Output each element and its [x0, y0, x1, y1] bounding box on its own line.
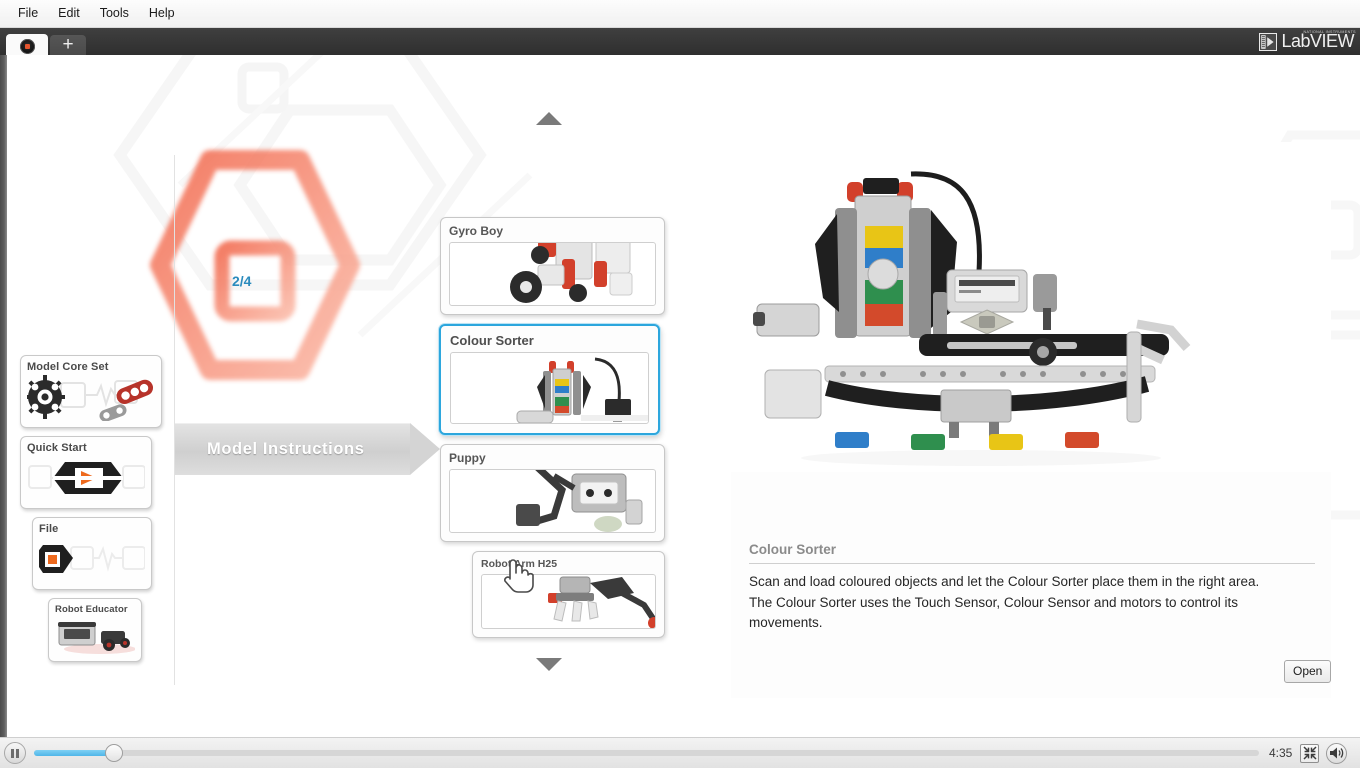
model-card-gyro-boy[interactable]: Gyro Boy: [440, 217, 665, 315]
ev3-brick-thumbnail: [55, 617, 135, 655]
progress-knob[interactable]: [105, 744, 123, 762]
content-stage: Model Core Set Quick Start File Robot Ed…: [0, 55, 1360, 737]
sidebar-card-label: Robot Educator: [55, 604, 128, 615]
file-blocks-thumbnail: [39, 537, 145, 583]
open-button[interactable]: Open: [1284, 660, 1332, 683]
pause-icon[interactable]: [4, 742, 26, 764]
brand-superscript: NATIONAL INSTRUMENTS: [1303, 30, 1356, 34]
menu-item-tools[interactable]: Tools: [90, 4, 139, 23]
gyro-boy-thumbnail: [449, 242, 656, 306]
banner-label: Model Instructions: [207, 440, 365, 458]
gear-beam-thumbnail: [27, 375, 155, 421]
model-counter: 2/4: [232, 273, 252, 289]
model-instructions-banner[interactable]: Model Instructions: [175, 423, 440, 475]
model-card-colour-sorter[interactable]: Colour Sorter: [439, 324, 660, 435]
banner-body: Model Instructions: [175, 423, 410, 475]
puppy-thumbnail: [449, 469, 656, 533]
detail-description: Scan and load coloured objects and let t…: [749, 574, 1260, 630]
speaker-icon[interactable]: [1326, 742, 1348, 764]
detail-robot-image: [731, 142, 1331, 472]
time-display: 4:35: [1269, 746, 1293, 760]
menu-item-file[interactable]: File: [8, 4, 48, 23]
media-player-bar: 4:35: [0, 737, 1360, 768]
tab-strip: + NATIONAL INSTRUMENTS LabVIEW: [0, 28, 1360, 58]
menu-item-edit[interactable]: Edit: [48, 4, 90, 23]
play-button-thumbnail: [27, 456, 145, 502]
menu-item-help[interactable]: Help: [139, 4, 185, 23]
sidebar-card-label: File: [39, 523, 59, 535]
app-window: File Edit Tools Help + NATIONAL INSTRUME…: [0, 0, 1360, 768]
stage-left-border: [0, 55, 7, 737]
progress-slider[interactable]: [34, 744, 1259, 762]
ni-mark-icon: [1259, 32, 1278, 51]
sidebar-card-label: Model Core Set: [27, 361, 109, 373]
model-card-label: Gyro Boy: [449, 224, 504, 238]
model-list: Gyro Boy Colour Sorter Puppy Robot Arm H…: [439, 217, 665, 647]
progress-fill: [34, 750, 112, 756]
shrink-fullscreen-icon[interactable]: [1300, 743, 1320, 763]
model-card-label: Colour Sorter: [450, 333, 534, 348]
triangle-down-icon[interactable]: [536, 658, 562, 671]
banner-arrow-icon: [410, 423, 440, 475]
detail-panel: Colour Sorter Scan and load coloured obj…: [731, 142, 1332, 698]
sidebar-card-quick-start[interactable]: Quick Start: [20, 436, 152, 509]
triangle-up-icon[interactable]: [536, 112, 562, 125]
sidebar-card-file[interactable]: File: [32, 517, 152, 590]
brand-name: LabVIEW: [1281, 31, 1354, 51]
model-card-puppy[interactable]: Puppy: [440, 444, 665, 542]
menu-bar: File Edit Tools Help: [0, 0, 1360, 28]
sidebar-card-column: Model Core Set Quick Start File Robot Ed…: [20, 355, 180, 670]
detail-title: Colour Sorter: [749, 542, 1315, 564]
sidebar-card-robot-educator[interactable]: Robot Educator: [48, 598, 142, 662]
model-card-label: Puppy: [449, 451, 486, 465]
sidebar-card-label: Quick Start: [27, 442, 87, 454]
sidebar-card-model-core-set[interactable]: Model Core Set: [20, 355, 162, 428]
hand-cursor-icon: [504, 559, 534, 593]
ev3-logo-icon: [19, 38, 35, 54]
colour-sorter-thumbnail: [450, 352, 649, 424]
brand-watermark-icon: [150, 150, 360, 380]
labview-brand: NATIONAL INSTRUMENTS LabVIEW: [1259, 30, 1356, 52]
